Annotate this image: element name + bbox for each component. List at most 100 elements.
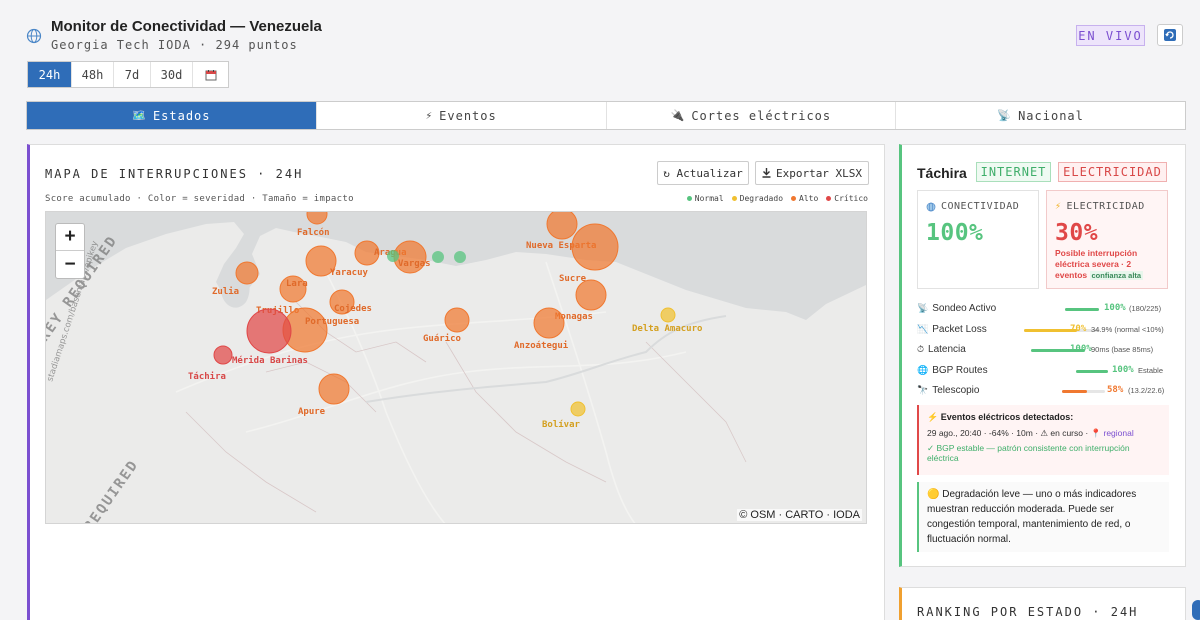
- tab-estados[interactable]: 🗺️ Estados: [27, 102, 317, 129]
- state-label: Barinas: [270, 355, 308, 366]
- state-label: Mérida: [232, 355, 265, 366]
- tab-eventos[interactable]: ⚡ Eventos: [317, 102, 607, 129]
- state-label: Táchira: [188, 371, 226, 382]
- legend-normal: Normal: [686, 194, 724, 203]
- outage-marker-sucre[interactable]: [571, 223, 619, 271]
- legend-alto: Alto: [791, 194, 818, 203]
- metric-row: 🔭 Telescopio 58% (13.2/22.6): [917, 382, 1177, 403]
- globe-icon: 🌐: [917, 364, 929, 375]
- outage-marker-táchira[interactable]: [213, 345, 233, 365]
- outage-marker-guárico[interactable]: [444, 307, 470, 333]
- metric-detail: (180/225): [1129, 304, 1162, 313]
- metric-label: BGP Routes: [932, 364, 988, 376]
- electricity-pill[interactable]: ELECTRICIDAD: [1058, 162, 1167, 182]
- export-label: Exportar XLSX: [775, 166, 863, 180]
- range-24h[interactable]: 24h: [28, 62, 72, 87]
- metrics-list: 📡 Sondeo Activo 100% (180/225) 📉 Packet Loss 7…: [917, 300, 1177, 403]
- map-title: MAPA DE INTERRUPCIONES · 24H: [45, 167, 304, 181]
- metric-percent: 100%: [1070, 344, 1092, 354]
- metric-label: Latencia: [928, 344, 966, 355]
- outage-marker-normal[interactable]: [432, 251, 444, 263]
- outage-marker-normal[interactable]: [454, 251, 466, 263]
- refresh-button[interactable]: [1157, 24, 1183, 46]
- map-icon: 🗺️: [132, 109, 147, 122]
- antenna-icon: 📡: [917, 303, 929, 313]
- tab-nacional[interactable]: 📡 Nacional: [896, 102, 1185, 129]
- range-48h[interactable]: 48h: [72, 62, 114, 87]
- packet-loss-icon: 📉: [917, 323, 929, 334]
- outage-marker-bolívar[interactable]: [570, 401, 586, 417]
- alert-event: 29 ago., 20:40 · -64% · 10m · ⚠ en curso…: [927, 428, 1089, 438]
- alert-scope[interactable]: 📍 regional: [1091, 428, 1134, 438]
- stopwatch-icon: ⏱: [917, 344, 925, 354]
- plug-icon: 🔌: [670, 109, 686, 122]
- electricity-value: 30%: [1055, 220, 1099, 246]
- export-xlsx-button[interactable]: Exportar XLSX: [755, 161, 869, 185]
- calendar-button[interactable]: [193, 62, 228, 87]
- metric-label: Telescopio: [932, 385, 980, 396]
- outage-marker-nueva-esparta[interactable]: [546, 212, 578, 240]
- electricity-label: ELECTRICIDAD: [1066, 201, 1145, 212]
- live-badge: EN VIVO: [1076, 25, 1145, 46]
- metric-bar: [1024, 328, 1100, 332]
- outage-marker-anzoátegui[interactable]: [533, 307, 565, 339]
- internet-pill[interactable]: INTERNET: [976, 162, 1051, 182]
- state-name: Táchira: [917, 165, 967, 181]
- metric-row: 🌐 BGP Routes 100% Estable: [917, 362, 1177, 383]
- severity-legend: Normal Degradado Alto Crítico: [686, 194, 868, 203]
- download-icon: [762, 168, 771, 178]
- watermark-required: REQUIRED: [81, 457, 142, 524]
- metric-detail: (13.2/22.6): [1128, 386, 1165, 395]
- state-detail-panel: Táchira INTERNET ELECTRICIDAD CONECTIVID…: [899, 144, 1186, 567]
- state-label: Bolívar: [542, 420, 581, 430]
- time-range-selector: 24h 48h 7d 30d: [27, 61, 229, 88]
- alert-bgp-note: ✓ BGP estable — patrón consistente con i…: [927, 443, 1130, 463]
- zoom-in-button[interactable]: +: [56, 224, 84, 251]
- zoom-control: + −: [55, 223, 85, 279]
- outage-marker-apure[interactable]: [318, 373, 350, 405]
- state-label: Falcón: [297, 227, 330, 238]
- lightning-icon: ⚡: [425, 109, 434, 122]
- connectivity-label: CONECTIVIDAD: [941, 201, 1020, 212]
- legend-degradado: Degradado: [731, 194, 783, 203]
- range-7d[interactable]: 7d: [114, 62, 151, 87]
- metric-percent: 70%: [1070, 323, 1087, 334]
- state-label: Guárico: [423, 333, 461, 344]
- state-label: Zulia: [212, 286, 239, 297]
- refresh-map-button[interactable]: ↻ Actualizar: [657, 161, 749, 185]
- metric-bar: [1076, 369, 1108, 373]
- connectivity-value: 100%: [926, 220, 984, 246]
- range-30d[interactable]: 30d: [151, 62, 193, 87]
- confidence-badge: confianza alta: [1089, 271, 1144, 280]
- map-attribution: © OSM · CARTO · IODA: [737, 509, 862, 521]
- interruption-map[interactable]: KEY REQUIRED stadiamaps.com/basemaps/api…: [45, 211, 867, 524]
- globe-icon: [926, 202, 936, 211]
- outage-marker-monagas[interactable]: [575, 279, 607, 311]
- calendar-icon: [205, 69, 216, 80]
- legend-critico: Crítico: [826, 194, 868, 203]
- metric-row: 📡 Sondeo Activo 100% (180/225): [917, 300, 1177, 321]
- page-subtitle: Georgia Tech IODA · 294 puntos: [51, 38, 298, 52]
- state-label: Portuguesa: [305, 317, 359, 327]
- metric-detail: Estable: [1138, 365, 1164, 375]
- outage-marker-normal[interactable]: [387, 250, 399, 262]
- ranking-title: RANKING POR ESTADO · 24H: [917, 605, 1139, 619]
- scroll-to-top-button[interactable]: [1192, 600, 1200, 620]
- metric-percent: 58%: [1107, 385, 1124, 395]
- refresh-icon: [1164, 29, 1176, 41]
- connectivity-card: CONECTIVIDAD 100%: [917, 190, 1039, 289]
- tab-cortes-electricos[interactable]: 🔌 Cortes eléctricos: [607, 102, 897, 129]
- metric-label: Sondeo Activo: [932, 303, 997, 314]
- telescope-icon: 🔭: [917, 385, 929, 395]
- outage-marker-mérida[interactable]: [246, 308, 292, 354]
- outage-marker-delta-amacuro[interactable]: [660, 307, 676, 323]
- zoom-out-button[interactable]: −: [56, 251, 84, 278]
- outage-marker-zulia[interactable]: [235, 261, 259, 285]
- alert-title: ⚡ Eventos eléctricos detectados:: [927, 412, 1074, 422]
- state-label: Yaracuy: [330, 268, 369, 278]
- metric-percent: 100%: [1104, 303, 1126, 313]
- tab-label: Estados: [152, 108, 211, 123]
- page-title: Monitor de Conectividad — Venezuela: [51, 18, 322, 35]
- metric-detail: 90ms (base 85ms): [1091, 345, 1154, 354]
- metric-bar: [1065, 308, 1099, 311]
